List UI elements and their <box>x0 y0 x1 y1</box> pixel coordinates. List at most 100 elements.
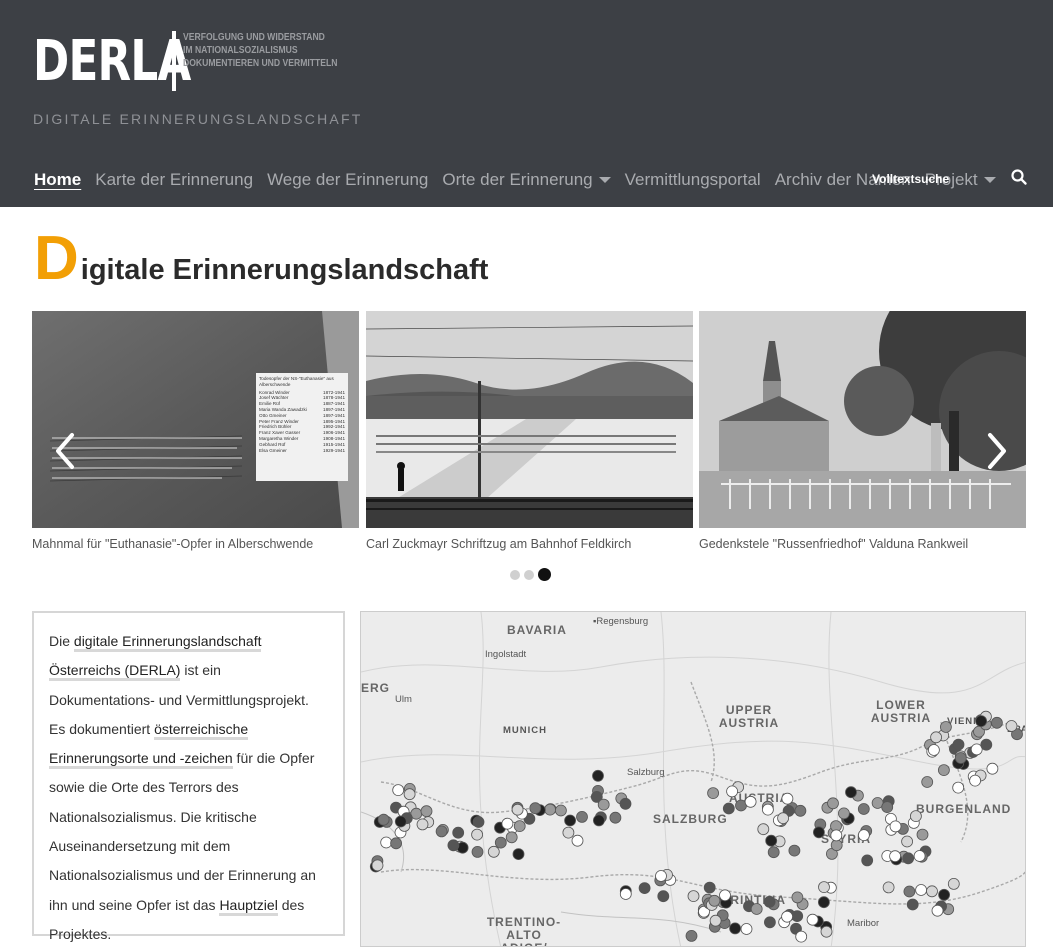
map-marker[interactable] <box>416 818 429 831</box>
map-marker[interactable] <box>494 836 507 849</box>
map-marker[interactable] <box>501 817 514 830</box>
map-marker[interactable] <box>889 850 901 863</box>
map-marker[interactable] <box>837 807 850 820</box>
nav-item-vermittlung[interactable]: Vermittlungsportal <box>625 170 761 190</box>
map-marker[interactable] <box>703 881 716 894</box>
map-marker[interactable] <box>571 834 584 847</box>
carousel-next-icon[interactable] <box>982 431 1012 471</box>
map-marker[interactable] <box>765 834 778 847</box>
map-marker[interactable] <box>812 826 825 839</box>
map-marker[interactable] <box>619 888 632 900</box>
map-marker[interactable] <box>901 835 913 848</box>
map-marker[interactable] <box>655 870 667 882</box>
map-marker[interactable] <box>511 803 524 816</box>
map-marker[interactable] <box>744 795 757 808</box>
map-marker[interactable] <box>403 788 416 801</box>
map-marker[interactable] <box>472 816 485 828</box>
map-marker[interactable] <box>512 848 525 861</box>
map-marker[interactable] <box>926 885 938 898</box>
nav-item-karte[interactable]: Karte der Erinnerung <box>95 170 253 190</box>
map-marker[interactable] <box>830 829 843 842</box>
map-marker[interactable] <box>709 914 722 927</box>
map-marker[interactable] <box>986 762 999 775</box>
map-marker[interactable] <box>938 764 950 777</box>
map-marker[interactable] <box>827 797 839 810</box>
map-marker[interactable] <box>576 810 588 823</box>
map-marker[interactable] <box>1005 720 1018 732</box>
map-marker[interactable] <box>757 823 770 836</box>
map-marker[interactable] <box>435 825 448 838</box>
map-marker[interactable] <box>781 792 794 805</box>
map-marker[interactable] <box>487 845 500 858</box>
map-marker[interactable] <box>795 930 808 943</box>
map-marker[interactable] <box>921 776 934 788</box>
map-marker[interactable] <box>902 852 915 865</box>
map-marker[interactable] <box>930 731 942 744</box>
map-marker[interactable] <box>722 802 735 815</box>
map-marker[interactable] <box>592 814 605 827</box>
map-marker[interactable] <box>857 829 870 842</box>
map-marker[interactable] <box>882 881 895 894</box>
map-marker[interactable] <box>889 820 902 833</box>
map-marker[interactable] <box>708 894 721 907</box>
map-marker[interactable] <box>420 805 433 818</box>
map-marker[interactable] <box>916 828 929 841</box>
map-marker[interactable] <box>513 820 526 833</box>
map-marker[interactable] <box>991 716 1003 729</box>
map-marker[interactable] <box>861 854 874 867</box>
map-marker[interactable] <box>763 916 776 929</box>
map-marker[interactable] <box>390 837 402 850</box>
map-marker[interactable] <box>392 784 405 797</box>
link-derla[interactable]: digitale Erinnerungslandschaft Österreic… <box>49 633 262 682</box>
map-marker[interactable] <box>505 831 518 844</box>
map-marker[interactable] <box>685 929 698 942</box>
map-marker[interactable] <box>719 889 731 902</box>
nav-item-orte[interactable]: Orte der Erinnerung <box>442 170 611 190</box>
map-marker[interactable] <box>952 738 965 751</box>
map-marker[interactable] <box>619 797 632 810</box>
map-marker[interactable] <box>609 811 622 824</box>
map-marker[interactable] <box>928 744 940 756</box>
map-marker[interactable] <box>969 774 981 787</box>
map-marker[interactable] <box>806 913 819 926</box>
map-marker[interactable] <box>371 859 384 872</box>
map-marker[interactable] <box>830 839 843 852</box>
map-marker[interactable] <box>554 804 567 817</box>
map-marker[interactable] <box>377 813 390 826</box>
carousel-slide[interactable]: Carl Zuckmayr Schriftzug am Bahnhof Feld… <box>366 311 693 551</box>
map-marker[interactable] <box>394 815 407 828</box>
site-logo[interactable]: DERLA <box>33 32 191 92</box>
memory-map[interactable]: BAVARIA UPPER AUSTRIA LOWER AUSTRIA SALZ… <box>360 611 1026 947</box>
carousel-dot[interactable] <box>524 569 534 580</box>
map-marker[interactable] <box>954 752 967 764</box>
map-marker[interactable] <box>707 787 720 800</box>
map-marker[interactable] <box>726 785 739 798</box>
map-marker[interactable] <box>788 844 801 857</box>
carousel-prev-icon[interactable] <box>50 431 80 471</box>
map-marker[interactable] <box>763 895 776 908</box>
nav-item-home[interactable]: Home <box>34 170 81 190</box>
map-marker[interactable] <box>740 923 753 935</box>
map-marker[interactable] <box>564 814 577 827</box>
map-marker[interactable] <box>952 781 965 794</box>
map-marker[interactable] <box>913 850 926 862</box>
map-marker[interactable] <box>597 798 610 811</box>
map-marker[interactable] <box>657 890 670 903</box>
map-marker[interactable] <box>777 812 790 825</box>
map-marker[interactable] <box>980 738 993 751</box>
map-marker[interactable] <box>544 803 557 816</box>
map-marker[interactable] <box>447 839 460 852</box>
nav-item-wege[interactable]: Wege der Erinnerung <box>267 170 428 190</box>
map-marker[interactable] <box>791 891 804 904</box>
carousel-dot[interactable] <box>510 569 520 580</box>
carousel-slide[interactable]: Gedenkstele "Russenfriedhof" Valduna Ran… <box>699 311 1026 551</box>
map-marker[interactable] <box>761 803 774 816</box>
map-marker[interactable] <box>947 877 960 890</box>
map-marker[interactable] <box>906 898 919 911</box>
map-marker[interactable] <box>903 885 916 898</box>
map-marker[interactable] <box>471 845 484 858</box>
map-marker[interactable] <box>471 828 483 841</box>
fulltext-search-link[interactable]: Volltextsuche <box>872 172 949 186</box>
map-marker[interactable] <box>750 903 763 915</box>
carousel-dot-active[interactable] <box>538 568 551 581</box>
